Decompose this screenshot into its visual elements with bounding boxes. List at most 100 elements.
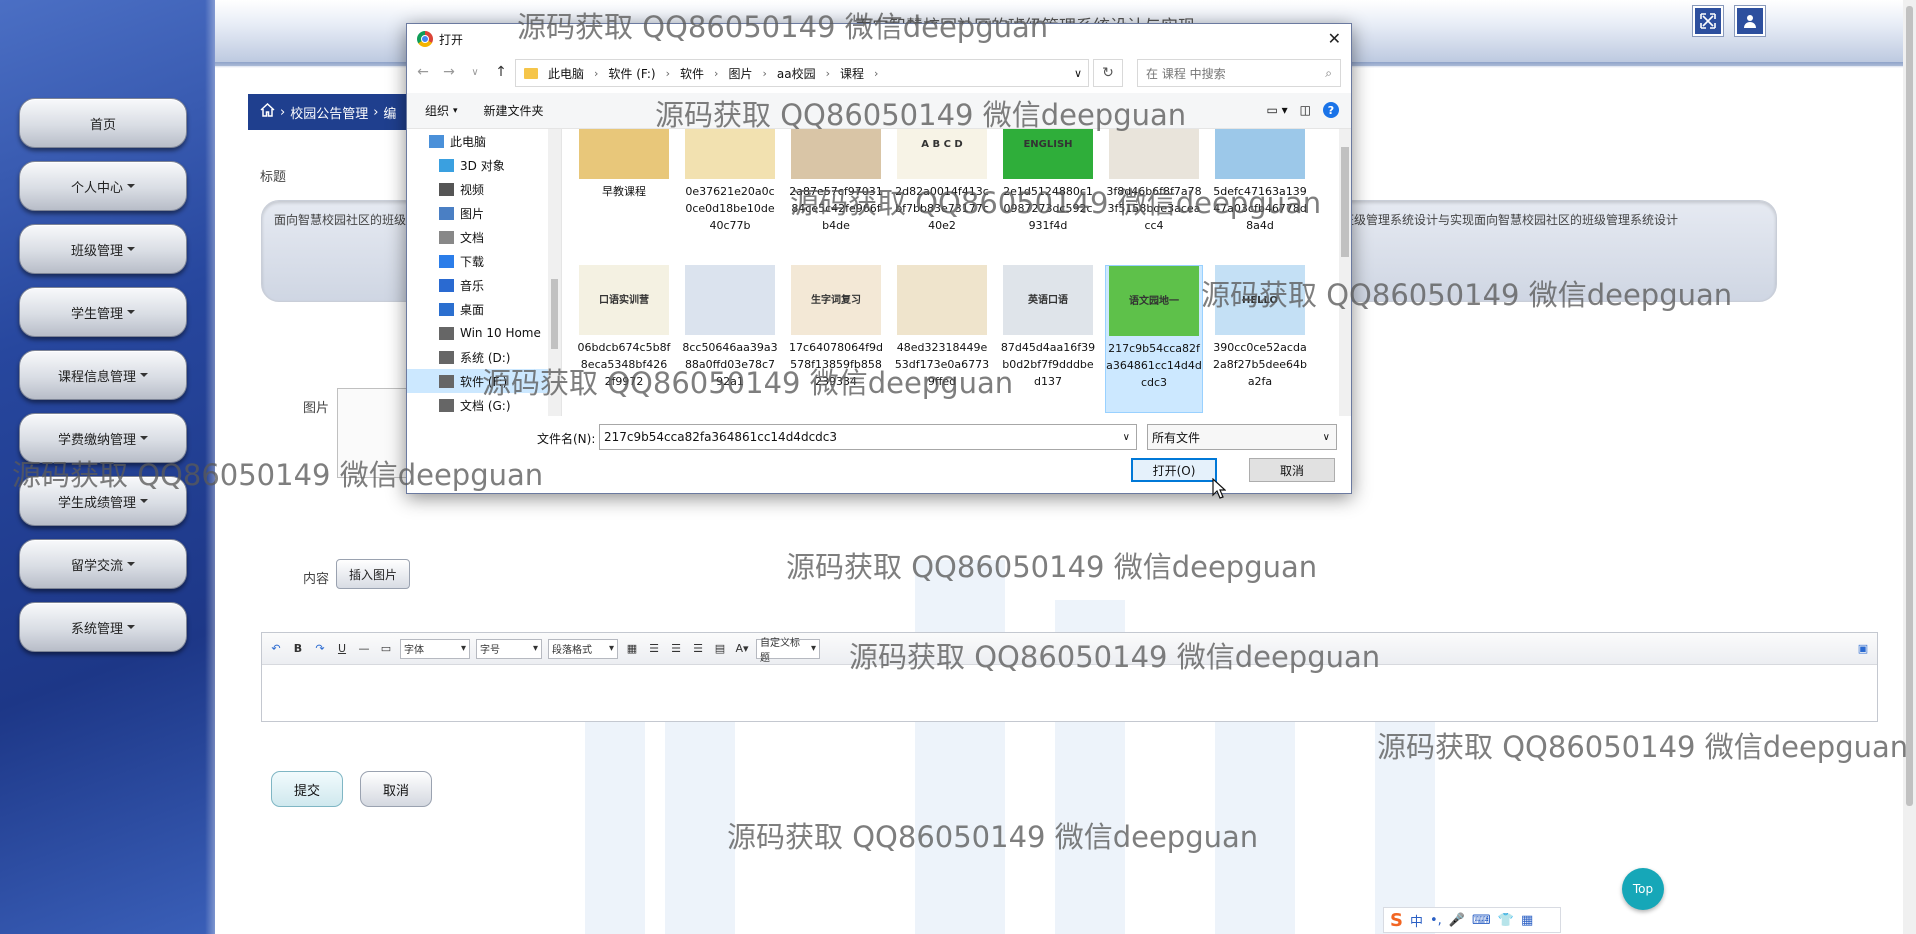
chevron-down-icon[interactable]: ∨ <box>1074 67 1082 80</box>
chevron-down-icon[interactable]: ∨ <box>1123 432 1130 443</box>
nav-item[interactable]: 视频 <box>407 177 561 201</box>
close-icon[interactable]: ✕ <box>1328 29 1341 48</box>
align-center-icon[interactable]: ☰ <box>668 641 684 657</box>
home-icon[interactable] <box>260 102 275 121</box>
path-segment[interactable]: aa校园 <box>777 65 816 82</box>
back-to-top-button[interactable]: Top <box>1622 868 1664 910</box>
rich-text-editor[interactable]: ↶ B ↷ U — ▭ 字体 ▾ 字号 ▾ 段落格式 ▾ ▦ ☰ ☰ ☰ ▤ A▾ 自… <box>261 632 1878 722</box>
keyboard-icon[interactable]: ⌨ <box>1472 913 1491 928</box>
dialog-cancel-button[interactable]: 取消 <box>1249 458 1335 482</box>
file-item[interactable]: 语文园地一 217c9b54cca82fa364861cc14d4dcdc3 <box>1105 265 1203 413</box>
align-left-icon[interactable]: ☰ <box>646 641 662 657</box>
punctuation-icon[interactable]: •, <box>1430 913 1442 928</box>
sidebar-item-tuition[interactable]: 学费缴纳管理 <box>19 413 187 463</box>
fullscreen-editor-icon[interactable]: ▣ <box>1855 641 1871 657</box>
back-arrow-icon[interactable]: ← <box>415 64 431 80</box>
paragraph-select[interactable]: 段落格式 ▾ <box>548 638 618 659</box>
file-item[interactable]: 48ed32318449e53df173e0a67739ffed <box>893 265 991 413</box>
sidebar-item-student-management[interactable]: 学生管理 <box>19 287 187 337</box>
sidebar-item-study-abroad[interactable]: 留学交流 <box>19 539 187 589</box>
file-list-scrollbar[interactable] <box>1339 129 1351 416</box>
table-icon[interactable]: ▦ <box>624 641 640 657</box>
file-item[interactable]: 口语实训营 06bdcb674c5b8f8eca5348bf426 2f9972 <box>575 265 673 413</box>
path-segment[interactable]: 软件 <box>680 65 704 82</box>
nav-pane-scrollbar[interactable] <box>548 129 561 416</box>
scrollbar-thumb[interactable] <box>1906 6 1913 806</box>
file-item[interactable]: A B C D 2d82a0014f413cbf7bb83e73177c40e2 <box>893 129 991 257</box>
forward-arrow-icon[interactable]: → <box>441 64 457 80</box>
align-right-icon[interactable]: ☰ <box>690 641 706 657</box>
insert-image-button[interactable]: 插入图片 <box>336 559 410 589</box>
filename-input[interactable]: 217c9b54cca82fa364861cc14d4dcdc3 ∨ <box>599 424 1137 450</box>
file-item[interactable]: 2a87e57cf9703184ce5c42fe966fb4de <box>787 129 885 257</box>
toolbox-icon[interactable]: ▦ <box>1521 913 1533 928</box>
microphone-icon[interactable]: 🎤 <box>1449 913 1465 928</box>
redo-icon[interactable]: ↷ <box>312 641 328 657</box>
skin-icon[interactable]: 👕 <box>1498 913 1514 928</box>
file-item[interactable]: 早教课程 <box>575 129 673 257</box>
breadcrumb-item[interactable]: 编 <box>383 103 396 122</box>
file-item[interactable]: 英语口语 87d45d4aa16f39b0d2bf7f9dddbed137 <box>999 265 1097 413</box>
file-item[interactable]: 3f8d46b6f8f7a783f5158bde3aceacc4 <box>1105 129 1203 257</box>
refresh-icon[interactable]: ↻ <box>1093 59 1123 87</box>
search-placeholder: 在 课程 中搜索 <box>1146 66 1226 81</box>
sidebar-item-home[interactable]: 首页 <box>19 98 187 148</box>
file-item[interactable]: ENGLISH 2e1d5124880c10987273dc592c931f4d <box>999 129 1097 257</box>
sidebar-item-personal-center[interactable]: 个人中心 <box>19 161 187 211</box>
nav-item[interactable]: 文档 (G:) <box>407 393 561 416</box>
help-icon[interactable]: ? <box>1323 102 1339 118</box>
font-family-select[interactable]: 字体 ▾ <box>400 638 470 659</box>
breadcrumb-item[interactable]: 校园公告管理 <box>290 103 368 122</box>
nav-item[interactable]: 此电脑 <box>407 129 561 153</box>
nav-item[interactable]: 软件 (F:) <box>407 369 561 393</box>
custom-title-select[interactable]: 自定义标题 ▾ <box>756 638 820 664</box>
scrollbar-thumb[interactable] <box>1341 147 1349 257</box>
file-item[interactable]: HELLO 390cc0ce52acda2a8f27b5dee64ba2fa <box>1211 265 1309 413</box>
filetype-select[interactable]: 所有文件 ∨ <box>1147 424 1337 450</box>
open-button[interactable]: 打开(O) <box>1131 458 1217 482</box>
nav-item[interactable]: Win 10 Home <box>407 321 561 345</box>
preview-pane-icon[interactable]: ◫ <box>1300 103 1311 117</box>
nav-item[interactable]: 图片 <box>407 201 561 225</box>
sidebar-item-class-management[interactable]: 班级管理 <box>19 224 187 274</box>
file-item[interactable]: 生字词复习 17c64078064f9d578f13859fb858239334 <box>787 265 885 413</box>
search-input[interactable]: 在 课程 中搜索 ⌕ <box>1137 59 1341 87</box>
submit-button[interactable]: 提交 <box>271 771 343 807</box>
page-scrollbar[interactable] <box>1903 0 1916 934</box>
cancel-button[interactable]: 取消 <box>360 771 432 807</box>
justify-icon[interactable]: ▤ <box>712 641 728 657</box>
font-size-select[interactable]: 字号 ▾ <box>476 638 542 659</box>
nav-item[interactable]: 文档 <box>407 225 561 249</box>
recent-dropdown-icon[interactable]: ∨ <box>467 67 483 78</box>
organize-menu[interactable]: 组织 ▾ <box>425 102 458 119</box>
underline-icon[interactable]: U <box>334 641 350 657</box>
nav-item[interactable]: 下载 <box>407 249 561 273</box>
file-item[interactable]: 0e37621e20a0c0ce0d18be10de40c77b <box>681 129 779 257</box>
sidebar-item-system[interactable]: 系统管理 <box>19 602 187 652</box>
nav-item[interactable]: 音乐 <box>407 273 561 297</box>
undo-icon[interactable]: ↶ <box>268 641 284 657</box>
path-segment[interactable]: 课程 <box>840 65 864 82</box>
path-segment[interactable]: 此电脑 <box>548 65 584 82</box>
sidebar-item-grades[interactable]: 学生成绩管理 <box>19 476 187 526</box>
nav-item[interactable]: 系统 (D:) <box>407 345 561 369</box>
file-item[interactable]: 8cc50646aa39a388a0ffd03e78c792a1 <box>681 265 779 413</box>
path-segment[interactable]: 软件 (F:) <box>608 65 655 82</box>
bold-icon[interactable]: B <box>290 641 306 657</box>
ime-mode[interactable]: 中 <box>1410 911 1423 930</box>
new-folder-button[interactable]: 新建文件夹 <box>484 102 544 119</box>
horizontal-rule-icon[interactable]: — <box>356 641 372 657</box>
user-icon[interactable] <box>1735 6 1765 36</box>
nav-item[interactable]: 桌面 <box>407 297 561 321</box>
scrollbar-thumb[interactable] <box>551 279 558 349</box>
up-arrow-icon[interactable]: ↑ <box>493 64 509 80</box>
nav-item[interactable]: 3D 对象 <box>407 153 561 177</box>
clear-format-icon[interactable]: ▭ <box>378 641 394 657</box>
path-segment[interactable]: 图片 <box>728 65 752 82</box>
fullscreen-icon[interactable] <box>1693 6 1723 36</box>
font-color-icon[interactable]: A▾ <box>734 641 750 657</box>
file-item[interactable]: 5defc47163a13947a03cfb46778d8a4d <box>1211 129 1309 257</box>
view-mode-icon[interactable]: ▭ ▾ <box>1266 103 1287 117</box>
address-bar[interactable]: 此电脑 › 软件 (F:) › 软件 › 图片 › aa校园 › 课程 › ∨ <box>515 59 1089 87</box>
sidebar-item-course-info[interactable]: 课程信息管理 <box>19 350 187 400</box>
